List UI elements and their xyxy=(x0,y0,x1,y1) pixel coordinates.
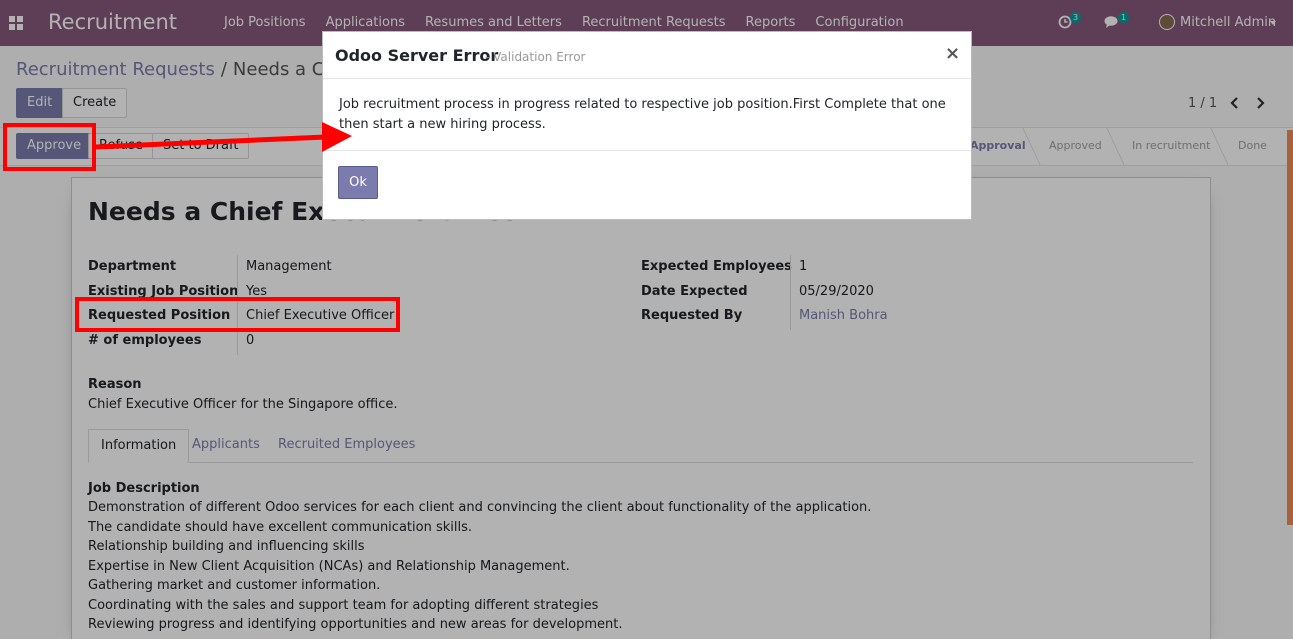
annotation-arrow xyxy=(95,122,352,152)
